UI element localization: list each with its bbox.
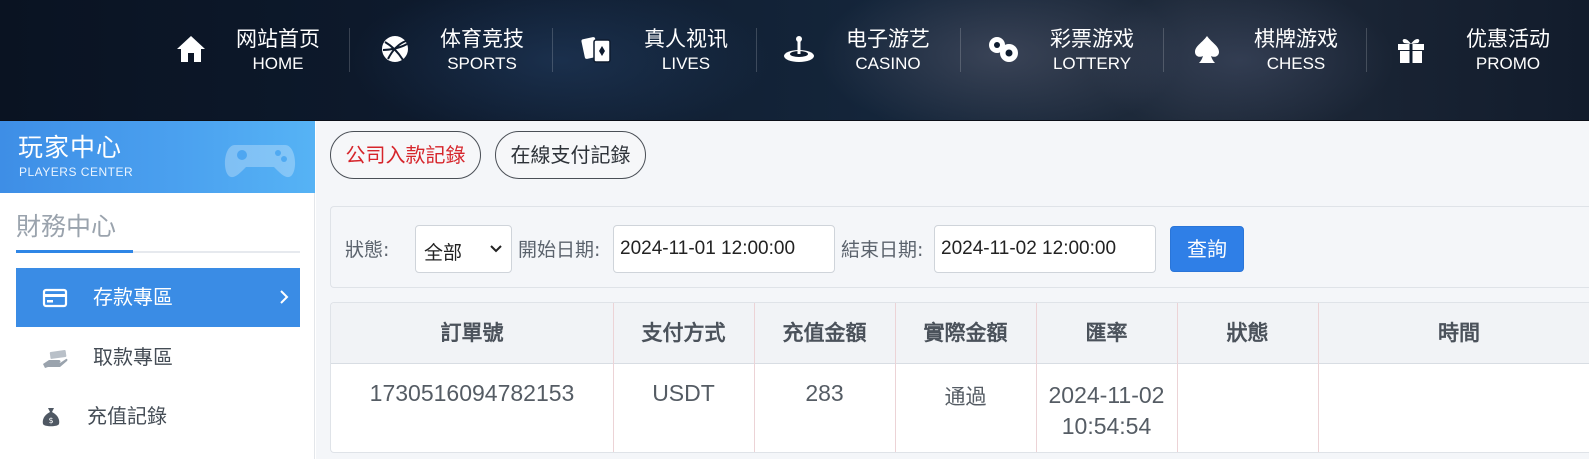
nav-label-cn: 网站首页 <box>236 27 320 51</box>
card-icon <box>42 288 68 308</box>
column-header-time: 時間 <box>1438 321 1480 345</box>
cell-exchange-rate: 2024-11-02 10:54:54 <box>1036 364 1177 452</box>
nav-item-lives[interactable]: 真人视讯 LIVES <box>578 0 748 100</box>
home-icon <box>174 32 208 66</box>
column-divider <box>1177 303 1178 452</box>
money-bag-icon: $ <box>42 408 60 427</box>
nav-divider <box>756 28 757 72</box>
sidebar-item-deposit[interactable]: 存款專區 <box>16 268 300 327</box>
nav-label-cn: 彩票游戏 <box>1050 27 1134 51</box>
column-header-actual-amount: 實際金額 <box>923 321 1008 345</box>
nav-label-en: LIVES <box>661 54 711 73</box>
tab-online-payment-records[interactable]: 在線支付記錄 <box>495 131 646 179</box>
nav-item-promo[interactable]: 优惠活动 PROMO <box>1392 0 1582 100</box>
query-button[interactable]: 查詢 <box>1170 226 1244 272</box>
top-navigation: 网站首页 HOME 体育竞技 SPORTS 真人视讯 LIVES 电子游艺 CA… <box>0 0 1589 121</box>
ball-icon <box>378 32 412 66</box>
nav-label-en: CHESS <box>1266 54 1326 73</box>
table-header: 訂單號 支付方式 充值金額 實際金額 匯率 狀態 時間 <box>331 303 1589 364</box>
players-center-banner: 玩家中心 PLAYERS CENTER <box>0 121 315 193</box>
players-center-subtitle: PLAYERS CENTER <box>19 165 134 179</box>
column-divider <box>613 303 614 452</box>
sidebar: 玩家中心 PLAYERS CENTER 財務中心 存款專區 取款專區 $ 充值記… <box>0 121 315 459</box>
status-label: 狀態: <box>345 239 390 261</box>
cell-payment-method: USDT <box>652 380 715 406</box>
roulette-icon <box>782 32 816 66</box>
end-date-label: 結束日期: <box>841 239 924 261</box>
players-center-title: 玩家中心 <box>18 133 123 162</box>
spade-icon <box>1190 32 1224 66</box>
cards-icon <box>580 32 614 66</box>
column-header-order-no: 訂單號 <box>440 321 504 345</box>
cell-order-no: 1730516094782153 <box>369 380 575 406</box>
gift-icon <box>1394 32 1428 66</box>
finance-center-title: 財務中心 <box>16 212 117 241</box>
sidebar-item-label: 存款專區 <box>93 285 173 309</box>
nav-item-sports[interactable]: 体育竞技 SPORTS <box>374 0 544 100</box>
nav-divider <box>1163 28 1164 72</box>
nav-label-cn: 体育竞技 <box>440 27 524 51</box>
column-divider <box>895 303 896 452</box>
main-content: 公司入款記錄 在線支付記錄 狀態: 全部 開始日期: 2024-11-01 12… <box>316 121 1589 459</box>
status-select[interactable]: 全部 <box>415 225 512 273</box>
nav-label-en: CASINO <box>855 54 921 73</box>
chevron-right-icon <box>280 290 289 304</box>
column-header-payment-method: 支付方式 <box>641 321 726 345</box>
cell-actual-amount: 通過 <box>944 385 987 409</box>
nav-label-cn: 真人视讯 <box>644 27 728 51</box>
cell-time: 10:54:54 <box>1061 413 1152 439</box>
nav-label-en: PROMO <box>1475 54 1541 73</box>
cell-status <box>1177 364 1318 452</box>
cell-time <box>1318 364 1589 452</box>
start-date-input[interactable]: 2024-11-01 12:00:00 <box>613 225 835 273</box>
svg-text:$: $ <box>48 416 53 425</box>
nav-divider <box>349 28 350 72</box>
nav-label-en: SPORTS <box>447 54 517 73</box>
record-tabs: 公司入款記錄 在線支付記錄 <box>316 121 1589 191</box>
start-date-label: 開始日期: <box>518 239 601 261</box>
column-header-exchange-rate: 匯率 <box>1085 321 1128 345</box>
column-divider <box>754 303 755 452</box>
nav-item-home[interactable]: 网站首页 HOME <box>170 0 340 100</box>
active-underline <box>16 250 133 253</box>
column-divider <box>1318 303 1319 452</box>
status-select-value: 全部 <box>424 242 463 264</box>
nav-item-lottery[interactable]: 彩票游戏 LOTTERY <box>984 0 1154 100</box>
column-header-recharge-amount: 充值金額 <box>782 321 867 345</box>
sidebar-item-label: 取款專區 <box>93 345 173 369</box>
lottery-balls-icon <box>986 32 1020 66</box>
tab-company-deposit-records[interactable]: 公司入款記錄 <box>330 131 481 179</box>
nav-label-cn: 优惠活动 <box>1466 27 1550 51</box>
cell-recharge-amount: 283 <box>805 380 844 406</box>
sidebar-item-withdraw[interactable]: 取款專區 <box>16 328 300 387</box>
nav-label-cn: 电子游艺 <box>846 27 930 51</box>
nav-label-cn: 棋牌游戏 <box>1254 27 1338 51</box>
records-table: 訂單號 支付方式 充值金額 實際金額 匯率 狀態 時間 173051609478… <box>330 302 1589 453</box>
nav-divider <box>960 28 961 72</box>
nav-divider <box>1366 28 1367 72</box>
cash-hand-icon <box>43 350 68 368</box>
chevron-down-icon <box>490 245 502 253</box>
column-divider <box>1036 303 1037 452</box>
nav-item-casino[interactable]: 电子游艺 CASINO <box>780 0 950 100</box>
filter-bar: 狀態: 全部 開始日期: 2024-11-01 12:00:00 結束日期: 2… <box>330 206 1589 288</box>
cell-date: 2024-11-02 <box>1048 382 1165 408</box>
nav-item-chess[interactable]: 棋牌游戏 CHESS <box>1188 0 1358 100</box>
column-header-status: 狀態 <box>1226 321 1269 345</box>
sidebar-item-label: 充值記錄 <box>87 404 167 428</box>
nav-divider <box>552 28 553 72</box>
end-date-input[interactable]: 2024-11-02 12:00:00 <box>934 225 1156 273</box>
sidebar-item-recharge-records[interactable]: $ 充值記錄 <box>16 387 300 446</box>
gamepad-icon <box>224 145 296 178</box>
nav-label-en: LOTTERY <box>1052 54 1132 73</box>
nav-label-en: HOME <box>252 54 304 73</box>
